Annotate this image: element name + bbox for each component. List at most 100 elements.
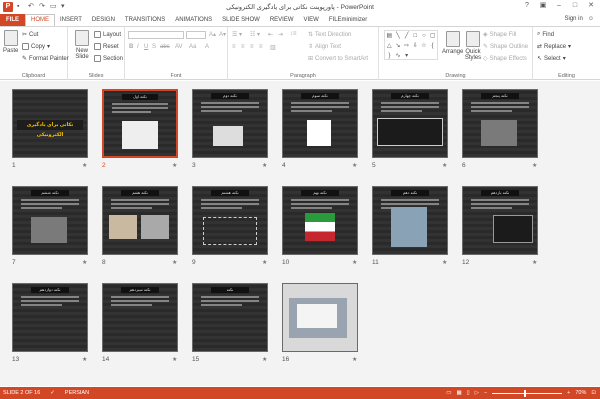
- shape-fill-button[interactable]: ◈ Shape Fill: [483, 31, 516, 39]
- tab-transitions[interactable]: TRANSITIONS: [120, 14, 170, 26]
- slide-thumbnail[interactable]: نکته سوم: [282, 89, 358, 158]
- slide-thumbnail[interactable]: نکته نهم: [282, 186, 358, 255]
- star-shape-icon[interactable]: ☆: [420, 41, 429, 51]
- tab-animations[interactable]: ANIMATIONS: [170, 14, 217, 26]
- paste-button[interactable]: Paste: [3, 30, 18, 54]
- slide-thumbnail[interactable]: نکته اول: [102, 89, 178, 158]
- transition-star-icon[interactable]: ★: [532, 162, 537, 169]
- slide-thumbnail[interactable]: نکته چهارم: [372, 89, 448, 158]
- undo-icon[interactable]: ↶: [28, 3, 35, 10]
- tab-view[interactable]: VIEW: [299, 14, 324, 26]
- ribbon-display-icon[interactable]: ▣: [536, 0, 550, 12]
- tab-fileminimizer[interactable]: FILEminimizer: [324, 14, 372, 26]
- rounded-rect-shape-icon[interactable]: ▢: [428, 31, 437, 41]
- grow-font-icon[interactable]: A▴: [209, 31, 216, 38]
- cut-button[interactable]: ✂ Cut: [22, 31, 38, 39]
- font-size-dropdown[interactable]: [186, 31, 206, 39]
- strikethrough-button[interactable]: abc: [160, 44, 170, 50]
- char-spacing-button[interactable]: AV: [175, 44, 183, 50]
- close-button[interactable]: ✕: [584, 0, 598, 12]
- slide-thumbnail[interactable]: نکته دوازدهم: [12, 283, 88, 352]
- sign-in-link[interactable]: Sign in: [565, 16, 583, 22]
- curve-shape-icon[interactable]: ∿: [394, 51, 403, 61]
- transition-star-icon[interactable]: ★: [442, 259, 447, 266]
- customize-qat-icon[interactable]: ▾: [61, 3, 68, 10]
- slide-thumbnail[interactable]: نکته دهم: [372, 186, 448, 255]
- start-slideshow-icon[interactable]: ▭: [50, 3, 57, 10]
- rectangle-shape-icon[interactable]: □: [411, 31, 420, 41]
- spellcheck-icon[interactable]: ✓: [50, 390, 55, 396]
- more-shapes-icon[interactable]: ▾: [402, 51, 411, 61]
- triangle-shape-icon[interactable]: △: [385, 41, 394, 51]
- transition-star-icon[interactable]: ★: [352, 162, 357, 169]
- slide-thumbnail[interactable]: [282, 283, 358, 352]
- zoom-out-button[interactable]: −: [484, 390, 487, 396]
- find-button[interactable]: ⌕ Find: [537, 31, 554, 38]
- reading-view-icon[interactable]: ▯: [467, 390, 470, 396]
- transition-star-icon[interactable]: ★: [442, 162, 447, 169]
- line-spacing-icon[interactable]: ↕≡: [290, 31, 297, 37]
- slide-thumbnail[interactable]: نکته ششم: [12, 186, 88, 255]
- tab-insert[interactable]: INSERT: [55, 14, 87, 26]
- shape-outline-button[interactable]: ✎ Shape Outline: [483, 43, 528, 51]
- reset-button[interactable]: Reset: [94, 43, 119, 50]
- slide-thumbnail[interactable]: نکته هفتم: [102, 186, 178, 255]
- slide-thumbnail[interactable]: نکته: [192, 283, 268, 352]
- align-center-icon[interactable]: ≡: [241, 44, 245, 50]
- slide-thumbnail[interactable]: نکته یازدهم: [462, 186, 538, 255]
- bullets-icon[interactable]: ☰ ▾: [232, 31, 242, 38]
- new-slide-button[interactable]: New Slide: [72, 30, 92, 60]
- line-shape-icon[interactable]: ╲: [394, 31, 403, 41]
- select-button[interactable]: ↖ Select ▾: [537, 55, 566, 63]
- columns-icon[interactable]: ▥: [270, 44, 276, 51]
- slideshow-view-icon[interactable]: ▷: [475, 390, 479, 396]
- transition-star-icon[interactable]: ★: [352, 259, 357, 266]
- fit-to-window-icon[interactable]: ⊡: [591, 390, 596, 396]
- textbox-shape-icon[interactable]: ▤: [385, 31, 394, 41]
- slide-thumbnail[interactable]: نکته دوم: [192, 89, 268, 158]
- oval-shape-icon[interactable]: ○: [420, 31, 429, 41]
- align-left-icon[interactable]: ≡: [232, 44, 236, 50]
- zoom-level[interactable]: 70%: [575, 390, 586, 396]
- replace-button[interactable]: ⇄ Replace ▾: [537, 43, 571, 51]
- brace-shape-icon[interactable]: {: [428, 41, 437, 51]
- transition-star-icon[interactable]: ★: [262, 259, 267, 266]
- slide-sorter-view-icon[interactable]: ▦: [456, 390, 461, 396]
- minimize-button[interactable]: –: [552, 0, 566, 12]
- zoom-slider[interactable]: [492, 389, 563, 397]
- align-right-icon[interactable]: ≡: [250, 44, 254, 50]
- text-direction-button[interactable]: ⇅ Text Direction: [308, 31, 351, 39]
- font-color-button[interactable]: A: [205, 44, 209, 50]
- slide-thumbnail[interactable]: نکته سیزدهم: [102, 283, 178, 352]
- format-painter-button[interactable]: ✎ Format Painter: [22, 55, 69, 63]
- bold-button[interactable]: B: [129, 44, 133, 50]
- section-button[interactable]: Section: [94, 55, 123, 62]
- transition-star-icon[interactable]: ★: [262, 162, 267, 169]
- numbering-icon[interactable]: ☷ ▾: [250, 31, 260, 38]
- shapes-gallery[interactable]: ▤ ╲ ╱ □ ○ ▢ △ ↘ ⇨ ⇩ ☆ { } ∿ ▾: [384, 30, 438, 60]
- user-icon[interactable]: ☺: [588, 16, 594, 22]
- redo-icon[interactable]: ↷: [39, 3, 46, 10]
- slide-thumbnail[interactable]: نکاتی برای یادگیری الکترونیکی: [12, 89, 88, 158]
- layout-button[interactable]: Layout: [94, 31, 121, 38]
- font-name-dropdown[interactable]: [128, 31, 184, 39]
- normal-view-icon[interactable]: ▭: [446, 390, 451, 396]
- italic-button[interactable]: I: [137, 44, 139, 50]
- quick-styles-button[interactable]: Quick Styles: [463, 31, 483, 61]
- align-text-button[interactable]: ⇕ Align Text: [308, 43, 341, 51]
- transition-star-icon[interactable]: ★: [172, 162, 177, 169]
- transition-star-icon[interactable]: ★: [82, 162, 87, 169]
- tab-review[interactable]: REVIEW: [265, 14, 299, 26]
- transition-star-icon[interactable]: ★: [262, 356, 267, 363]
- language-indicator[interactable]: PERSIAN: [65, 390, 89, 396]
- arrange-button[interactable]: Arrange: [442, 31, 463, 55]
- change-case-button[interactable]: Aa: [189, 44, 196, 50]
- copy-button[interactable]: Copy ▾: [22, 43, 50, 50]
- zoom-in-button[interactable]: +: [567, 390, 570, 396]
- arrow-shape-icon[interactable]: ↘: [394, 41, 403, 51]
- tab-home[interactable]: HOME: [25, 14, 55, 26]
- save-icon[interactable]: ▪: [17, 3, 24, 10]
- shrink-font-icon[interactable]: A▾: [219, 31, 226, 38]
- transition-star-icon[interactable]: ★: [82, 259, 87, 266]
- slide-thumbnail[interactable]: نکته پنجم: [462, 89, 538, 158]
